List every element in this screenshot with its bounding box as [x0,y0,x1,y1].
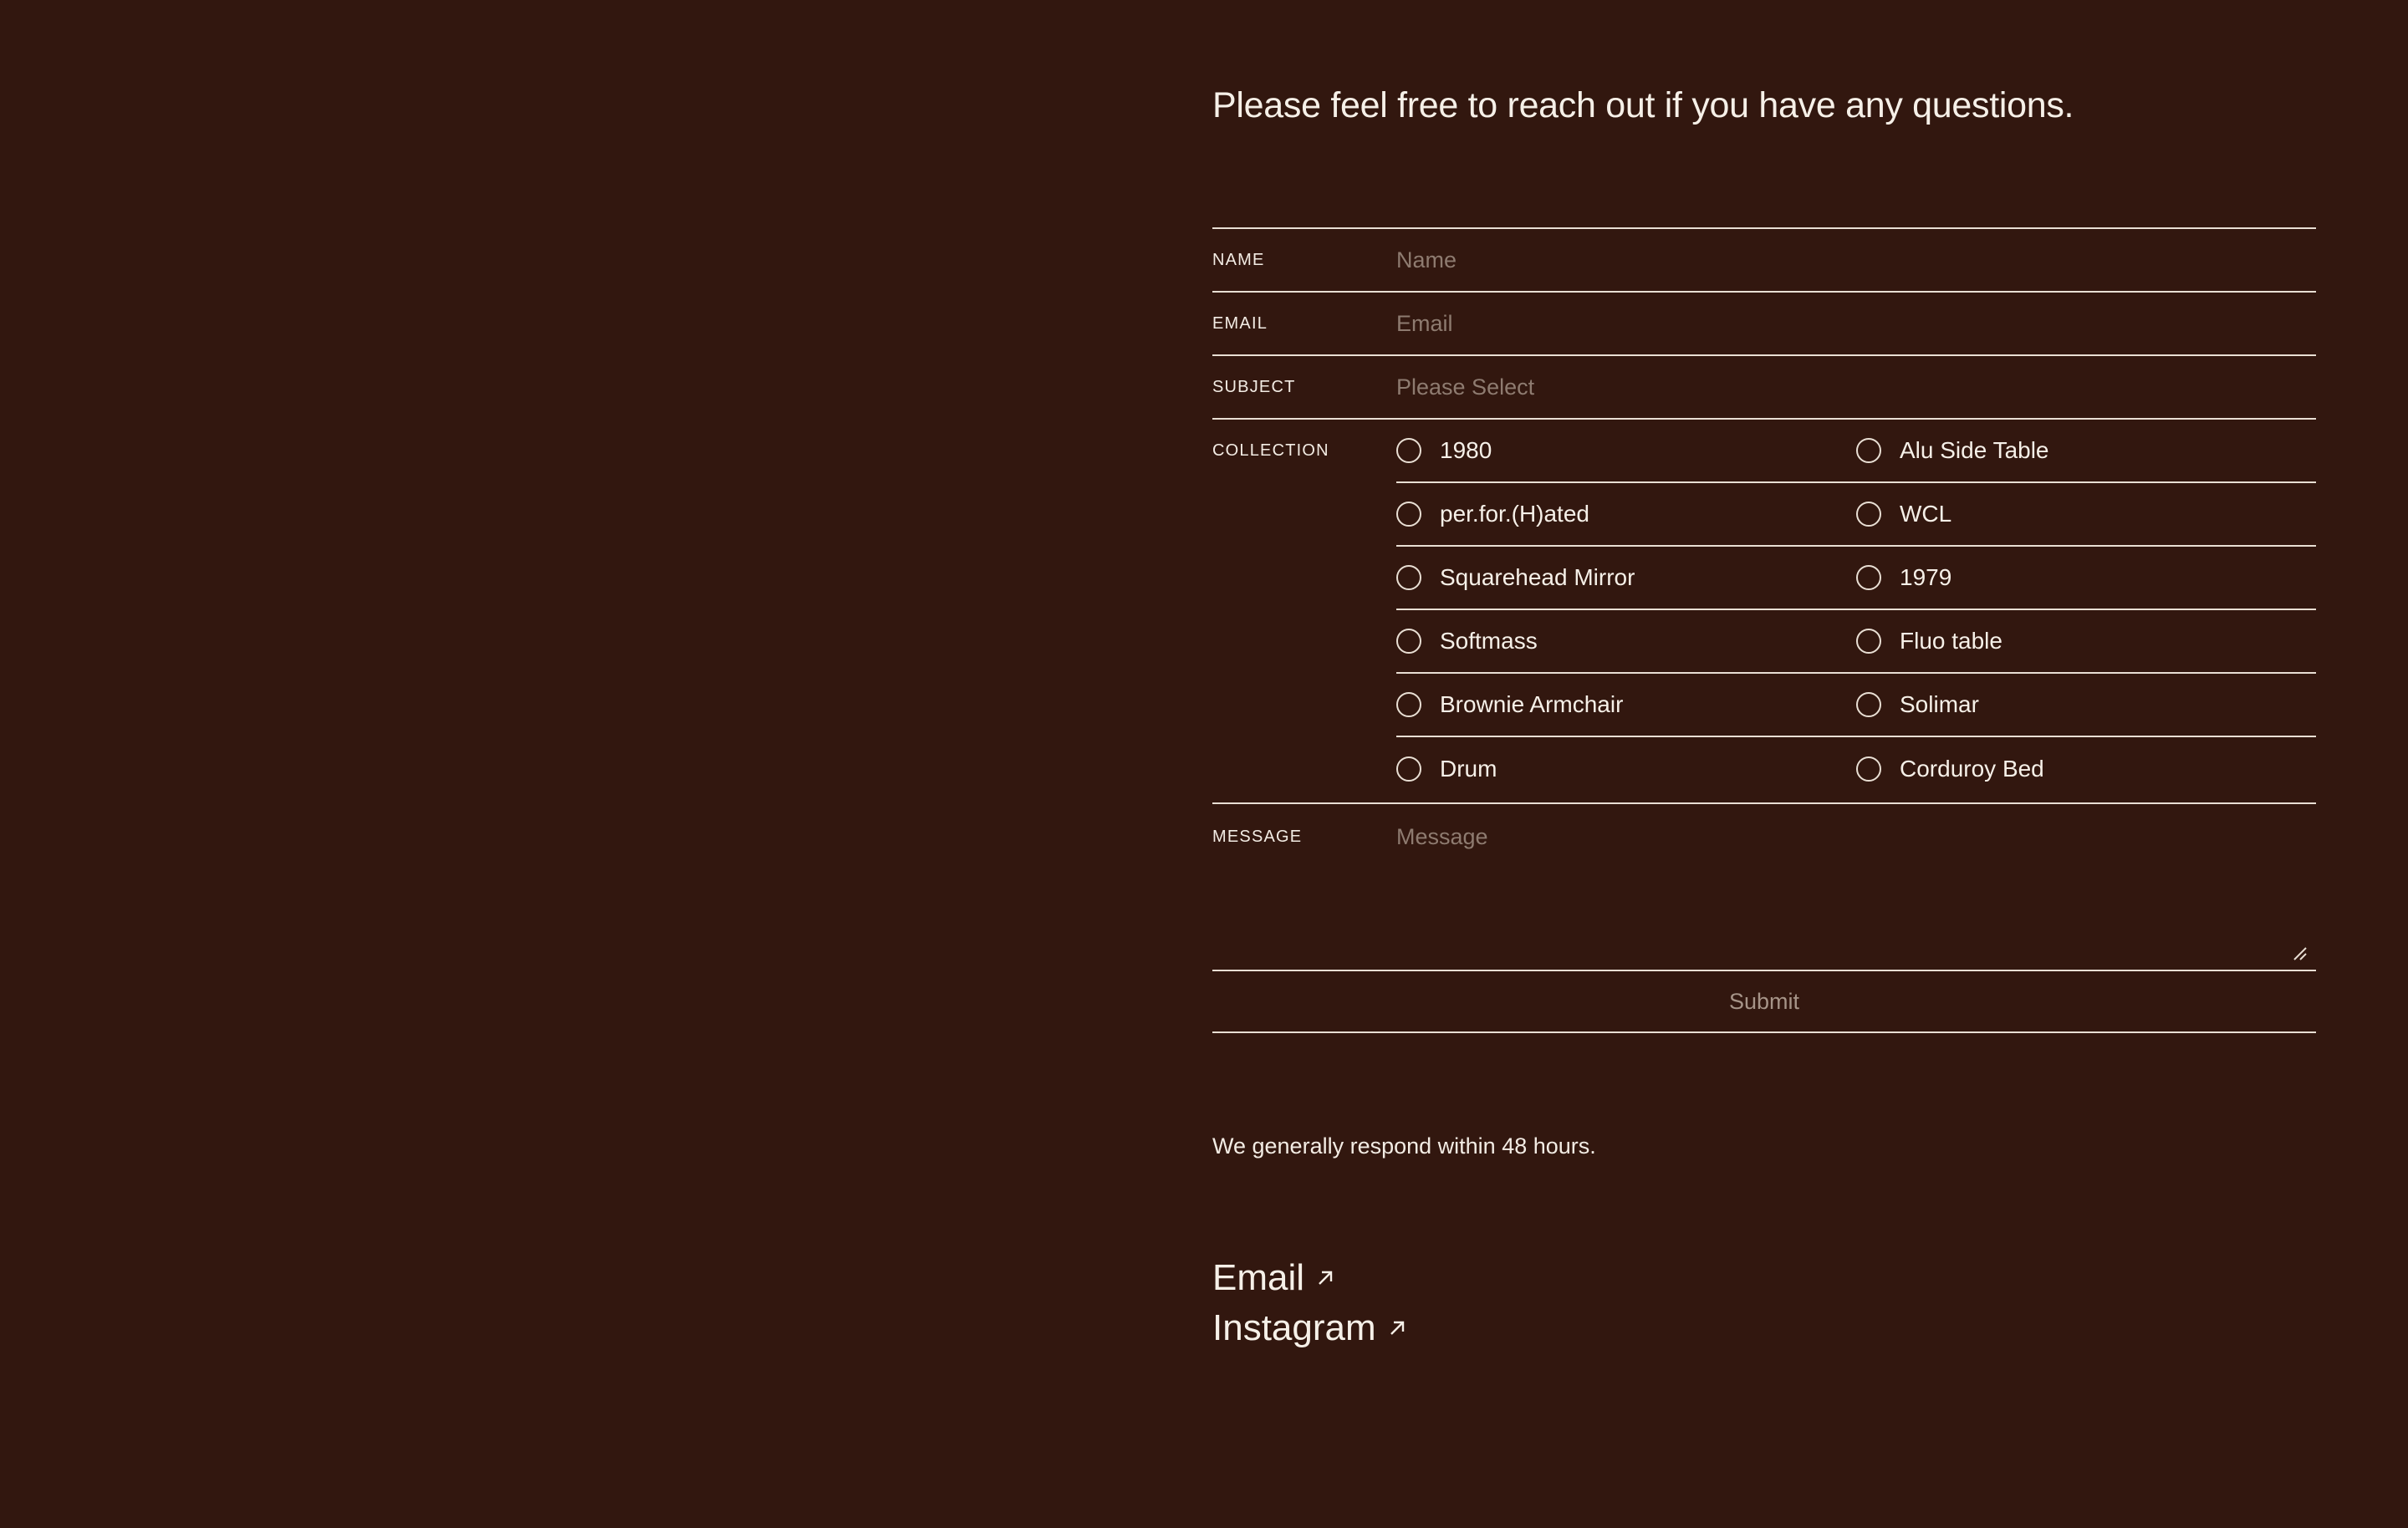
collection-option[interactable]: per.for.(H)ated [1396,483,1856,545]
collection-row: COLLECTION 1980 Alu Side Table per.for.(… [1212,420,2316,804]
subject-select[interactable]: Please Select [1396,356,2316,418]
response-time-note: We generally respond within 48 hours. [1212,1133,1596,1159]
subject-label: SUBJECT [1212,377,1296,396]
collection-option-label: WCL [1900,501,1952,527]
collection-option-label: 1980 [1440,437,1492,463]
email-link-label: Email [1212,1257,1305,1298]
collection-option-label: Fluo table [1900,628,2002,654]
name-label: NAME [1212,250,1265,269]
radio-empty-icon[interactable] [1856,502,1881,527]
collection-label: COLLECTION [1212,441,1329,460]
collection-option-line: Squarehead Mirror 1979 [1396,547,2316,610]
submit-button[interactable]: Submit [1729,989,1799,1015]
collection-option[interactable]: Drum [1396,737,1856,801]
email-link[interactable]: Email [1212,1253,1334,1303]
collection-option[interactable]: Softmass [1396,610,1856,672]
collection-option-label: Corduroy Bed [1900,756,2044,782]
collection-option[interactable]: Fluo table [1856,610,2316,672]
radio-empty-icon[interactable] [1856,692,1881,717]
collection-option[interactable]: Brownie Armchair [1396,674,1856,736]
collection-option-label: Solimar [1900,691,1979,717]
contact-links: Email Instagram [1212,1253,2316,1353]
collection-option-label: per.for.(H)ated [1440,501,1589,527]
collection-option-label: Squarehead Mirror [1440,564,1635,590]
radio-empty-icon[interactable] [1396,692,1421,717]
arrow-up-right-icon [1319,1271,1333,1285]
message-label: MESSAGE [1212,828,1303,846]
radio-empty-icon[interactable] [1396,565,1421,590]
collection-option[interactable]: Alu Side Table [1856,420,2316,481]
radio-empty-icon[interactable] [1856,438,1881,463]
page-heading: Please feel free to reach out if you hav… [1212,85,2074,125]
collection-option-line: 1980 Alu Side Table [1396,420,2316,483]
collection-option[interactable]: Solimar [1856,674,2316,736]
subject-row: SUBJECT Please Select [1212,356,2316,420]
name-row: NAME Name [1212,229,2316,293]
collection-option[interactable]: WCL [1856,483,2316,545]
email-label: EMAIL [1212,313,1268,333]
radio-empty-icon[interactable] [1856,756,1881,782]
radio-empty-icon[interactable] [1396,629,1421,654]
submit-row: Submit [1212,971,2316,1033]
message-row: MESSAGE Message [1212,804,2316,971]
collection-option-label: Brownie Armchair [1440,691,1624,717]
radio-empty-icon[interactable] [1856,629,1881,654]
collection-option-line: Brownie Armchair Solimar [1396,674,2316,737]
collection-option[interactable]: Corduroy Bed [1856,737,2316,801]
collection-option[interactable]: 1979 [1856,547,2316,609]
collection-option-line: Softmass Fluo table [1396,610,2316,674]
email-row: EMAIL Email [1212,293,2316,356]
resize-grip-icon[interactable] [2291,945,2309,963]
radio-empty-icon[interactable] [1856,565,1881,590]
collection-option-label: Drum [1440,756,1497,782]
arrow-up-right-icon [1390,1321,1404,1335]
instagram-link-label: Instagram [1212,1307,1376,1348]
radio-empty-icon[interactable] [1396,502,1421,527]
name-input[interactable]: Name [1396,229,2316,291]
collection-options: 1980 Alu Side Table per.for.(H)ated WCL … [1396,420,2316,802]
radio-empty-icon[interactable] [1396,756,1421,782]
contact-section: Please feel free to reach out if you hav… [1212,0,2316,1353]
collection-option-label: Softmass [1440,628,1538,654]
contact-form: NAME Name EMAIL Email SUBJECT Please Sel… [1212,227,2316,1033]
instagram-link[interactable]: Instagram [1212,1303,1406,1353]
collection-option-label: Alu Side Table [1900,437,2049,463]
collection-option-line: per.for.(H)ated WCL [1396,483,2316,547]
collection-option-label: 1979 [1900,564,1952,590]
email-input[interactable]: Email [1396,293,2316,354]
message-textarea[interactable]: Message [1396,804,2316,970]
contact-page: Please feel free to reach out if you hav… [0,0,2408,1528]
radio-empty-icon[interactable] [1396,438,1421,463]
collection-option[interactable]: 1980 [1396,420,1856,481]
collection-option-line: Drum Corduroy Bed [1396,737,2316,801]
collection-option[interactable]: Squarehead Mirror [1396,547,1856,609]
